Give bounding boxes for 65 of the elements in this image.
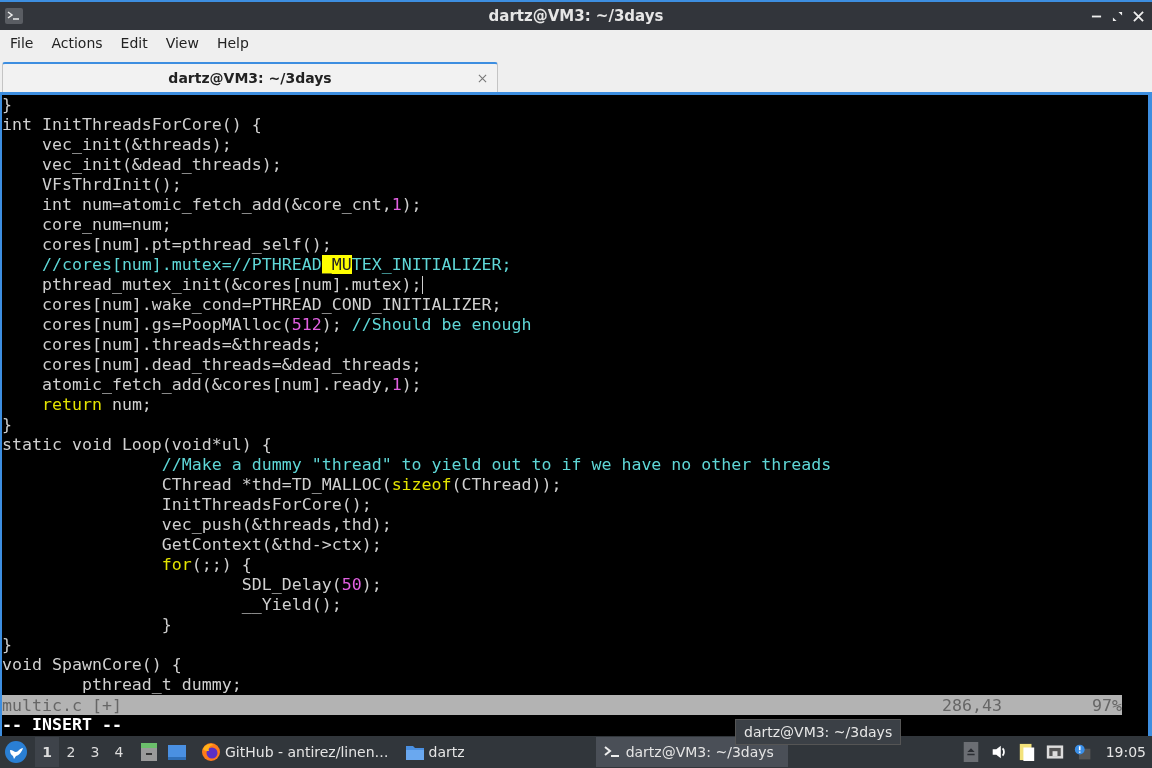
workspace-button[interactable]: 3 [83, 737, 107, 767]
tooltip: dartz@VM3: ~/3days [735, 719, 902, 745]
clipboard-icon[interactable] [1017, 742, 1036, 762]
window-title: dartz@VM3: ~/3days [488, 7, 664, 25]
code-line: CThread *thd=TD_MALLOC(sizeof(CThread)); [160, 475, 562, 495]
code-line: static void Loop(void*ul) { [2, 435, 272, 455]
scroll-percent: 97% [1092, 695, 1122, 715]
code-line: SDL_Delay(50); [240, 575, 382, 595]
workspace-button[interactable]: 4 [107, 737, 131, 767]
menu-item[interactable]: File [10, 35, 34, 51]
workspace-button[interactable]: 1 [35, 737, 59, 767]
menu-item[interactable]: Help [216, 35, 249, 51]
desktop-icon[interactable] [167, 742, 187, 762]
code-line: pthread_t dummy; [80, 675, 242, 695]
task-label: dartz@VM3: ~/3days [625, 744, 774, 760]
code-line: } [2, 635, 12, 655]
menu-item[interactable]: View [165, 35, 199, 51]
code-line: vec_push(&threads,thd); [160, 515, 392, 535]
workspace-button[interactable]: 2 [59, 737, 83, 767]
code-line: for(;;) { [160, 555, 252, 575]
code-line: int InitThreadsForCore() { [2, 115, 262, 135]
code-line: InitThreadsForCore(); [160, 495, 372, 515]
menu-item[interactable]: Actions [51, 35, 103, 51]
code-line: vec_init(&dead_threads); [40, 155, 282, 175]
tab-label: dartz@VM3: ~/3days [168, 70, 332, 86]
code-line: cores[num].wake_cond=PTHREAD_COND_INITIALIZER; [40, 295, 502, 315]
network-icon[interactable] [1045, 742, 1064, 762]
code-line: void SpawnCore() { [2, 655, 182, 675]
task-label: GitHub - antirez/linen… [225, 744, 389, 760]
code-line: pthread_mutex_init(&cores[num].mutex); [40, 275, 422, 295]
clock[interactable]: 19:05 [1105, 744, 1146, 760]
maximize-icon[interactable] [1112, 10, 1123, 22]
code-line: //Make a dummy "thread" to yield out to if we have no other threads [160, 455, 832, 475]
code-line: core_num=num; [40, 215, 172, 235]
code-line: } [2, 95, 12, 115]
file-name: multic.c [+] [2, 695, 122, 715]
task-label: dartz [428, 744, 465, 760]
code-line: VFsThrdInit(); [40, 175, 182, 195]
eject-icon[interactable] [961, 742, 980, 762]
file-cabinet-icon[interactable] [139, 742, 159, 762]
fox-globe-icon [201, 742, 221, 762]
code-line: vec_init(&threads); [40, 135, 232, 155]
code-line: cores[num].threads=&threads; [40, 335, 322, 355]
code-line: atomic_fetch_add(&cores[num].ready,1); [40, 375, 422, 395]
code-line: cores[num].dead_threads=&dead_threads; [40, 355, 422, 375]
start-menu-icon[interactable] [5, 741, 27, 763]
close-tab-icon[interactable] [478, 74, 487, 83]
code-line: cores[num].gs=PoopMAlloc(512); //Should be enough [40, 315, 532, 335]
tab[interactable]: dartz@VM3: ~/3days [2, 62, 498, 92]
code-line: return num; [40, 395, 152, 415]
code-line: //cores[num].mutex=//PTHREAD_MUTEX_INITIALIZER; [40, 255, 512, 275]
code-line: GetContext(&thd->ctx); [160, 535, 382, 555]
code-line: cores[num].pt=pthread_self(); [40, 235, 332, 255]
mode-indicator: -- INSERT -- [2, 715, 122, 735]
taskbar-button[interactable]: dartz [398, 737, 471, 767]
code-line: int num=atomic_fetch_add(&core_cnt,1); [40, 195, 422, 215]
close-icon[interactable] [1133, 10, 1144, 22]
code-line: __Yield(); [240, 595, 342, 615]
code-line: } [160, 615, 172, 635]
taskbar-button[interactable]: GitHub - antirez/linen… [195, 737, 395, 767]
cursor-position: 286,43 [942, 695, 1002, 715]
code-line: } [2, 415, 12, 435]
menu-item[interactable]: Edit [120, 35, 148, 51]
terminal-icon [5, 8, 23, 24]
notification-icon[interactable] [1073, 742, 1092, 762]
